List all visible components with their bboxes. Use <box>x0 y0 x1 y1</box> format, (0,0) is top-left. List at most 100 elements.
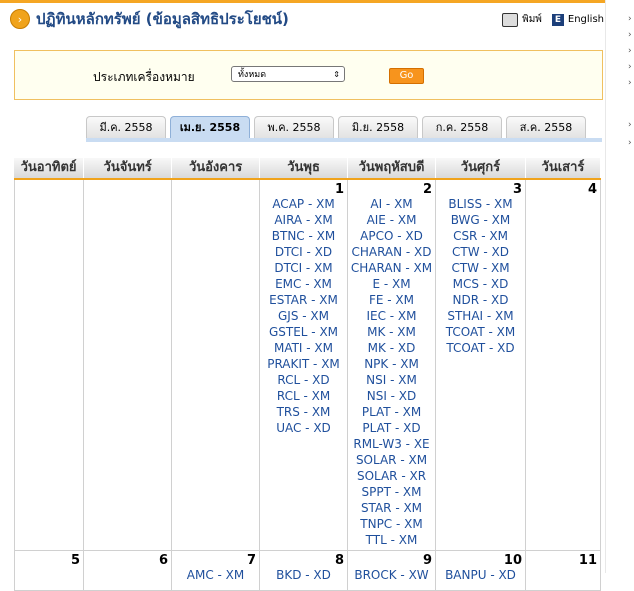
security-event-link[interactable]: BLISS - XM <box>436 196 525 212</box>
security-event-link[interactable]: BTNC - XM <box>260 228 347 244</box>
security-event-link[interactable]: TTL - XM <box>348 532 435 548</box>
security-event-link[interactable]: PRAKIT - XM <box>260 356 347 372</box>
security-event-link[interactable]: SOLAR - XM <box>348 452 435 468</box>
right-side-strip: › › › › › › › <box>605 0 634 573</box>
day-number: 4 <box>587 182 597 197</box>
security-event-link[interactable]: MATI - XM <box>260 340 347 356</box>
day-number: 9 <box>422 553 432 568</box>
calendar-day-cell: 6 <box>84 551 172 591</box>
security-event-link[interactable]: E - XM <box>348 276 435 292</box>
english-link[interactable]: English <box>568 14 604 25</box>
security-event-link[interactable]: EMC - XM <box>260 276 347 292</box>
weekday-label: วันพุธ <box>260 158 349 178</box>
security-event-link[interactable]: CSR - XM <box>436 228 525 244</box>
calendar-day-cell <box>172 180 260 551</box>
security-event-link[interactable]: ESTAR - XM <box>260 292 347 308</box>
security-event-link[interactable]: DTCI - XM <box>260 260 347 276</box>
tab-underline <box>86 138 602 142</box>
day-number: 2 <box>422 182 432 197</box>
security-event-link[interactable]: SPPT - XM <box>348 484 435 500</box>
type-select[interactable]: ทั้งหมด ⇕ <box>231 66 345 82</box>
english-icon[interactable]: E <box>551 13 564 26</box>
calendar-day-cell: 1 ACAP - XM AIRA - XM BTNC - XM DTCI - XD DTC… <box>260 180 348 551</box>
security-event-link[interactable]: NDR - XD <box>436 292 525 308</box>
weekday-label: วันจันทร์ <box>84 158 173 178</box>
calendar-day-cell <box>14 180 84 551</box>
security-event-link[interactable]: CHARAN - XM <box>348 260 435 276</box>
security-event-link[interactable]: NSI - XD <box>348 388 435 404</box>
security-event-link[interactable]: SOLAR - XR <box>348 468 435 484</box>
day-number: 7 <box>246 553 256 568</box>
weekday-label: วันศุกร์ <box>436 158 526 178</box>
calendar-day-cell: 9 BROCK - XW <box>348 551 436 591</box>
go-button[interactable]: Go <box>389 68 424 84</box>
security-event-link[interactable]: BWG - XM <box>436 212 525 228</box>
security-event-link[interactable]: GJS - XM <box>260 308 347 324</box>
month-tab[interactable]: มี.ค. 2558 <box>86 116 166 138</box>
calendar-week-2: 5 6 7 AMC - XM 8 BKD - XD 9 BROCK - XW 10 BANPU -… <box>14 551 601 591</box>
security-event-link[interactable]: CHARAN - XD <box>348 244 435 260</box>
security-event-link[interactable]: GSTEL - XM <box>260 324 347 340</box>
print-link[interactable]: พิมพ์ <box>522 12 542 27</box>
security-event-link[interactable]: TNPC - XM <box>348 516 435 532</box>
security-event-link[interactable]: RCL - XD <box>260 372 347 388</box>
security-event-link[interactable]: NSI - XM <box>348 372 435 388</box>
calendar-day-cell: 5 <box>14 551 84 591</box>
security-event-link[interactable]: MK - XD <box>348 340 435 356</box>
calendar-day-cell: 10 BANPU - XD <box>436 551 526 591</box>
security-event-link[interactable]: AMC - XM <box>172 567 259 583</box>
day-number: 5 <box>70 553 80 568</box>
security-event-link[interactable]: RML-W3 - XE <box>348 436 435 452</box>
security-event-link[interactable]: IEC - XM <box>348 308 435 324</box>
security-event-link[interactable]: BANPU - XD <box>436 567 525 583</box>
security-event-link[interactable]: STAR - XM <box>348 500 435 516</box>
printer-icon[interactable] <box>502 12 519 27</box>
header-tools: พิมพ์ E English <box>502 12 604 27</box>
top-accent-bar <box>0 0 634 3</box>
month-tab[interactable]: ส.ค. 2558 <box>506 116 586 138</box>
security-event-link[interactable]: APCO - XD <box>348 228 435 244</box>
security-event-link[interactable]: MCS - XD <box>436 276 525 292</box>
security-event-link[interactable]: TCOAT - XD <box>436 340 525 356</box>
security-event-link[interactable]: UAC - XD <box>260 420 347 436</box>
day-number: 11 <box>578 553 597 568</box>
day-number: 8 <box>334 553 344 568</box>
filter-panel: ประเภทเครื่องหมาย ทั้งหมด ⇕ Go <box>14 50 603 100</box>
security-event-link[interactable]: ACAP - XM <box>260 196 347 212</box>
page-header: › ปฏิทินหลักทรัพย์ (ข้อมูลสิทธิประโยชน์) <box>10 8 289 30</box>
weekday-label: วันพฤหัสบดี <box>348 158 436 178</box>
calendar-day-cell: 4 <box>526 180 601 551</box>
month-tab[interactable]: มิ.ย. 2558 <box>338 116 418 138</box>
security-event-link[interactable]: AI - XM <box>348 196 435 212</box>
security-event-link[interactable]: TCOAT - XM <box>436 324 525 340</box>
security-event-link[interactable]: AIRA - XM <box>260 212 347 228</box>
security-event-link[interactable]: NPK - XM <box>348 356 435 372</box>
page-title: ปฏิทินหลักทรัพย์ (ข้อมูลสิทธิประโยชน์) <box>36 10 289 28</box>
select-arrows-icon: ⇕ <box>333 70 340 79</box>
month-tab[interactable]: พ.ค. 2558 <box>254 116 334 138</box>
calendar-day-cell: 8 BKD - XD <box>260 551 348 591</box>
security-event-link[interactable]: BROCK - XW <box>348 567 435 583</box>
month-tabs: มี.ค. 2558 เม.ย. 2558 พ.ค. 2558 มิ.ย. 2558 ก… <box>86 116 590 138</box>
security-event-link[interactable]: CTW - XD <box>436 244 525 260</box>
day-number: 10 <box>503 553 522 568</box>
security-event-link[interactable]: PLAT - XM <box>348 404 435 420</box>
security-event-link[interactable]: STHAI - XM <box>436 308 525 324</box>
calendar: วันอาทิตย์ วันจันทร์ วันอังคาร วันพุธ วันพฤห… <box>14 158 602 591</box>
security-event-link[interactable]: FE - XM <box>348 292 435 308</box>
weekday-header: วันอาทิตย์ วันจันทร์ วันอังคาร วันพุธ วันพฤห… <box>14 158 602 180</box>
security-event-link[interactable]: DTCI - XD <box>260 244 347 260</box>
month-tab[interactable]: เม.ย. 2558 <box>170 116 250 138</box>
security-event-link[interactable]: BKD - XD <box>260 567 347 583</box>
security-event-link[interactable]: TRS - XM <box>260 404 347 420</box>
security-event-link[interactable]: PLAT - XD <box>348 420 435 436</box>
arrow-circle-icon: › <box>10 9 30 29</box>
security-event-link[interactable]: MK - XM <box>348 324 435 340</box>
weekday-label: วันอังคาร <box>172 158 261 178</box>
month-tab[interactable]: ก.ค. 2558 <box>422 116 502 138</box>
weekday-label: วันอาทิตย์ <box>14 158 85 178</box>
security-event-link[interactable]: AIE - XM <box>348 212 435 228</box>
day-number: 1 <box>334 182 344 197</box>
security-event-link[interactable]: RCL - XM <box>260 388 347 404</box>
security-event-link[interactable]: CTW - XM <box>436 260 525 276</box>
